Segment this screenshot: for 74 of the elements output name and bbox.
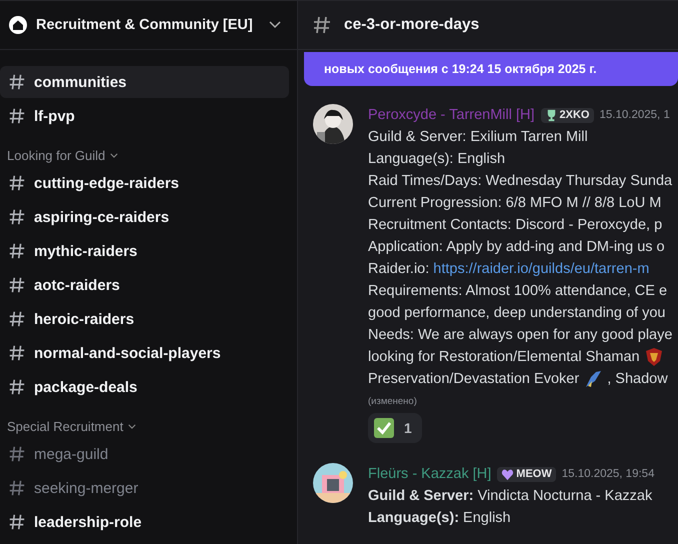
channel-name: lf-pvp [34, 108, 75, 124]
channel-name: mega-guild [34, 446, 108, 462]
message-line: Language(s): English [368, 509, 512, 528]
channel-item[interactable]: lf-pvp [0, 100, 289, 132]
message-line: Guild & Server: Vindicta Nocturna - Kazzak [368, 487, 654, 506]
channel-name: communities [34, 74, 127, 90]
hash-icon [312, 15, 332, 35]
channel-name: mythic-raiders [34, 242, 138, 260]
guild-tag[interactable]: MEOW [497, 466, 556, 482]
hash-icon [8, 208, 26, 226]
check-icon [374, 418, 394, 438]
server-header[interactable]: Recruitment & Community [EU] [0, 0, 297, 50]
crest-icon [644, 347, 664, 367]
message-line: Raid Times/Days: Wednesday Thursday Sunda [368, 172, 672, 191]
message-line: Raider.io: https://raider.io/guilds/eu/tarren-m [368, 258, 672, 280]
guild-tag[interactable]: 2XKO [540, 108, 594, 122]
hash-icon [8, 513, 26, 531]
channel-item[interactable]: leadership-role [0, 506, 289, 538]
hash-icon [8, 242, 26, 260]
server-name: Recruitment & Community [EU] [36, 17, 253, 33]
category-header[interactable]: Looking for Guild [0, 134, 289, 167]
channel-item[interactable]: aspiring-ce-raiders [0, 201, 289, 233]
channel-item[interactable]: heroic-raiders [0, 303, 289, 335]
hash-icon [8, 310, 26, 328]
timestamp: 15.10.2025, 1 [600, 109, 670, 121]
hash-icon [8, 378, 26, 396]
message-line: good performance, deep understanding of you [368, 304, 666, 323]
hash-icon [8, 445, 26, 463]
message-line: looking for Restoration/Elemental Shaman [368, 346, 672, 368]
channel-title: ce-3-or-more-days [344, 16, 480, 34]
hash-icon [8, 174, 26, 192]
message-line: Language(s): English [368, 150, 506, 169]
author-name[interactable]: Fleürs - Kazzak [H] [368, 466, 492, 482]
channel-item[interactable]: mega-guild [0, 438, 289, 470]
message-line: Needs: We are always open for any good playe [368, 326, 672, 345]
channel-name: aotc-raiders [34, 276, 120, 294]
message-line: Requirements: Almost 100% attendance, CE e [368, 282, 668, 301]
chevron-icon [268, 21, 281, 29]
message-line: Current Progression: 6/8 MFO M // 8/8 LoU M [368, 194, 662, 213]
message-line: Preservation/Devastation Evoker , Shadow [368, 368, 669, 390]
link[interactable]: https://raider.io/guilds/eu/tarren-m [433, 258, 650, 280]
channel-name: seeking-merger [34, 480, 138, 496]
category-header[interactable]: Special Recruitment [0, 405, 289, 438]
reaction-button[interactable]: 1 [368, 413, 422, 443]
channel-item[interactable]: aotc-raiders [0, 269, 289, 301]
hash-icon [8, 276, 26, 294]
heart-icon [501, 468, 514, 480]
channel-item[interactable]: mythic-raiders [0, 235, 289, 267]
channel-name: leadership-role [34, 514, 142, 530]
hash-icon [8, 107, 26, 125]
new-messages-bar[interactable]: новых сообщения с 19:24 15 октября 2025 г. [304, 52, 678, 86]
timestamp: 15.10.2025, 19:54 [562, 468, 654, 480]
message-line: Guild & Server: Exilium Tarren Mill [368, 128, 589, 147]
channel-item[interactable]: seeking-merger [0, 472, 289, 504]
channel-item[interactable]: communities [0, 66, 289, 98]
channel-name: aspiring-ce-raiders [34, 208, 170, 226]
edited-label: (изменено) [368, 396, 418, 407]
hash-icon [8, 344, 26, 362]
category-name: Looking for Guild [7, 148, 106, 163]
channel-item[interactable]: cutting-edge-raiders [0, 167, 289, 199]
message-line: Recruitment Contacts: Discord - Peroxcyde, p [368, 216, 664, 235]
channel-item[interactable]: normal-and-social-players [0, 337, 289, 369]
hash-icon [8, 479, 26, 497]
message-line: Application: Apply by add-ing and DM-ing us o [368, 238, 666, 257]
channel-name: heroic-raiders [34, 310, 134, 328]
chevron-icon [110, 153, 118, 158]
channel-name: cutting-edge-raiders [34, 174, 180, 192]
channel-name: normal-and-social-players [34, 344, 221, 362]
hash-icon [8, 73, 26, 91]
chevron-icon [128, 424, 136, 429]
category-name: Special Recruitment [7, 419, 124, 434]
channel-name: package-deals [34, 378, 138, 396]
server-icon [8, 15, 28, 35]
channel-item[interactable]: package-deals [0, 371, 289, 403]
